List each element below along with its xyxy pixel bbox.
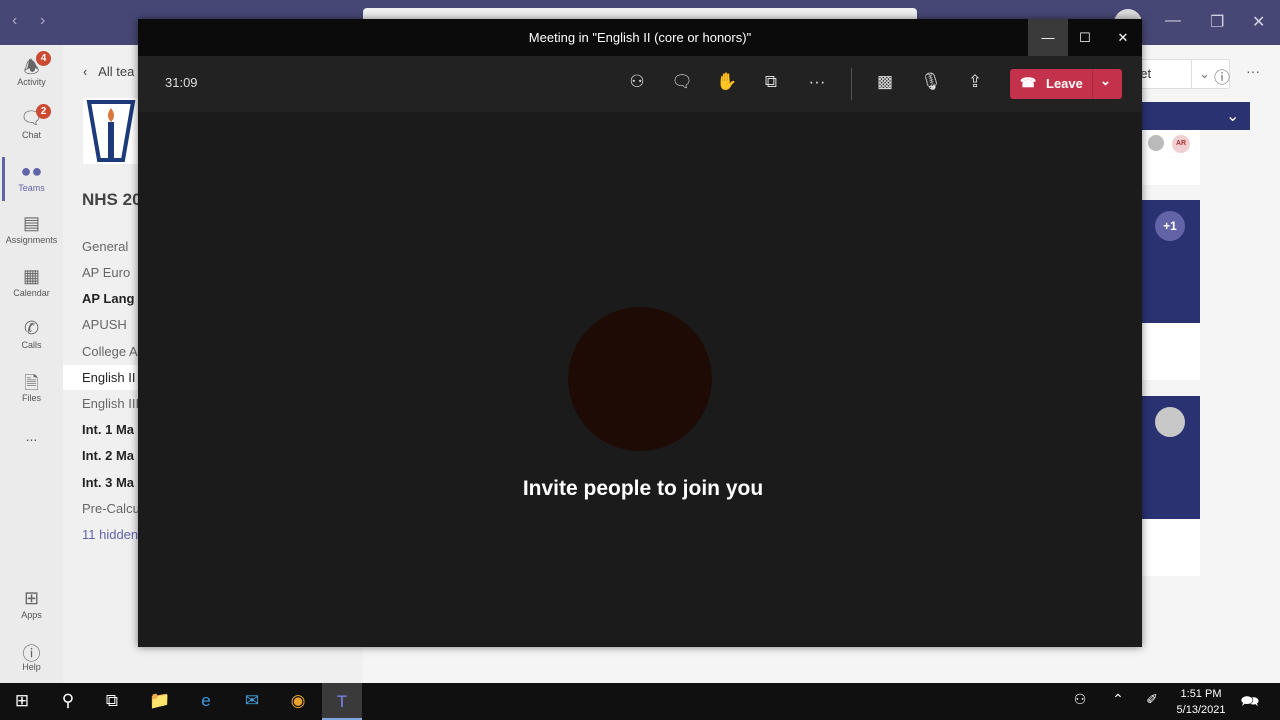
file-icon: 🗎	[24, 373, 39, 393]
minimize-icon[interactable]: —	[1028, 19, 1068, 56]
share-screen-icon[interactable]: ⇪	[963, 72, 987, 92]
pen-icon[interactable]: ✐	[1132, 691, 1172, 708]
maximize-icon[interactable]: ☐	[1070, 19, 1100, 56]
task-view-icon[interactable]: ⧉	[92, 691, 132, 711]
chrome-icon[interactable]: ◉	[278, 691, 318, 711]
initials-avatar: AR	[1172, 135, 1190, 153]
minimize-icon[interactable]: —	[1165, 12, 1181, 30]
more-options-icon[interactable]: ···	[1246, 63, 1260, 79]
forward-arrow-icon[interactable]: ›	[40, 12, 45, 30]
rail-label: Chat	[21, 130, 41, 140]
rail-label: Calendar	[13, 288, 50, 298]
activity-badge: 4	[36, 51, 51, 66]
clock-time: 1:51 PM	[1180, 688, 1222, 700]
all-teams-label: All tea	[98, 64, 135, 79]
bell-icon: 🕭	[23, 57, 40, 77]
leave-button[interactable]: ☎ Leave ⌄	[1010, 69, 1122, 99]
apps-icon: ⊞	[23, 588, 40, 608]
card-header	[1142, 396, 1200, 519]
rail-label: Calls	[21, 340, 42, 350]
participants-icon[interactable]: ⚇	[625, 72, 649, 92]
team-logo	[83, 98, 139, 164]
rail-label: Assignments	[5, 235, 58, 245]
close-icon[interactable]: ✕	[1252, 12, 1265, 32]
rail-label: Files	[21, 393, 41, 403]
raise-hand-icon[interactable]: ✋	[715, 72, 739, 92]
meeting-title-bar: Meeting in "English II (core or honors)"…	[138, 19, 1142, 56]
calendar-icon: ▦	[22, 266, 40, 286]
meeting-toolbar: 31:09 ⚇ 🗨 ✋ ⧉ ··· ▩ 🎙 ⇪ ☎ Leave ⌄	[138, 56, 1142, 112]
back-arrow-icon[interactable]: ‹	[12, 12, 17, 30]
meeting-window: Meeting in "English II (core or honors)"…	[138, 19, 1142, 647]
people-icon[interactable]: ⚇	[1060, 691, 1100, 708]
person-avatar-icon	[1155, 407, 1185, 437]
hang-up-icon: ☎	[1020, 75, 1037, 90]
file-explorer-icon[interactable]: 📁	[140, 691, 180, 711]
backpack-icon: ▤	[22, 213, 40, 233]
rail-activity[interactable]: 🕭 4 Activity	[0, 51, 63, 87]
windows-taskbar: ⊞ ⚲ ⧉ 📁 e ✉ ◉ T ⚇ ⌃ ✐ 1:51 PM 5/13/2021 🗪	[0, 683, 1280, 720]
meeting-title: Meeting in "English II (core or honors)"	[528, 30, 752, 45]
rail-apps[interactable]: ⊞ Apps	[0, 588, 63, 620]
info-icon[interactable]: ⓘ	[1214, 64, 1230, 88]
rail-files[interactable]: 🗎 Files	[0, 371, 63, 403]
phone-icon: ✆	[23, 318, 40, 338]
rail-calendar[interactable]: ▦ Calendar	[0, 266, 63, 298]
participant-avatar	[568, 307, 712, 451]
clock[interactable]: 1:51 PM 5/13/2021	[1170, 686, 1232, 718]
card: AR	[1142, 130, 1200, 185]
help-icon: ⓘ	[22, 644, 41, 664]
app-rail: 🕭 4 Activity 🗨 2 Chat ●● Teams ▤ Assignments ▦…	[0, 45, 63, 683]
chat-badge: 2	[36, 104, 51, 119]
meeting-banner[interactable]: ⌄	[1142, 102, 1250, 130]
invite-prompt: Invite people to join you	[522, 477, 764, 500]
more-actions-icon[interactable]: ···	[805, 72, 829, 92]
search-icon[interactable]: ⚲	[48, 691, 88, 711]
all-teams-link[interactable]: ‹ All tea	[83, 64, 134, 79]
team-name: NHS 20	[82, 190, 142, 209]
more-participants-badge: +1	[1155, 211, 1185, 241]
chevron-down-icon[interactable]: ⌄	[1100, 73, 1111, 89]
breakout-rooms-icon[interactable]: ⧉	[759, 72, 783, 92]
leave-label: Leave	[1046, 76, 1083, 91]
rail-chat[interactable]: 🗨 2 Chat	[0, 104, 63, 140]
windows-start-icon[interactable]: ⊞	[2, 691, 42, 711]
rail-calls[interactable]: ✆ Calls	[0, 318, 63, 350]
meeting-timer: 31:09	[165, 75, 198, 90]
rail-assignments[interactable]: ▤ Assignments	[0, 213, 63, 245]
notifications-icon[interactable]: 🗪	[1230, 691, 1270, 716]
right-content: eet ⌄ ⓘ ··· ⌄ AR +1	[1130, 45, 1280, 683]
card-footer	[1142, 519, 1200, 576]
rail-help[interactable]: ⓘ Help	[0, 640, 63, 672]
card-footer	[1142, 323, 1200, 380]
camera-off-icon[interactable]: ▩	[873, 72, 897, 92]
teams-icon: ●●	[20, 161, 43, 181]
chevron-down-icon: ⌄	[1226, 108, 1240, 125]
mail-icon[interactable]: ✉	[232, 691, 272, 711]
rail-label: Help	[22, 662, 41, 672]
edge-icon[interactable]: e	[186, 691, 226, 711]
more-apps-button[interactable]: ...	[0, 428, 63, 444]
close-icon[interactable]: ✕	[1108, 19, 1138, 56]
chevron-down-icon[interactable]: ⌄	[1199, 60, 1210, 88]
person-avatar-icon	[1148, 135, 1164, 151]
restore-icon[interactable]: ❐	[1210, 12, 1224, 32]
chat-icon[interactable]: 🗨	[670, 72, 694, 92]
chat-icon: 🗨	[20, 108, 43, 128]
teams-taskbar-icon[interactable]: T	[322, 683, 362, 720]
clock-date: 5/13/2021	[1176, 704, 1226, 716]
rail-label: Activity	[17, 77, 46, 87]
rail-label: Teams	[18, 183, 45, 193]
rail-teams[interactable]: ●● Teams	[0, 157, 63, 201]
card-header: +1	[1142, 200, 1200, 323]
rail-label: Apps	[21, 610, 42, 620]
mic-muted-icon[interactable]: 🎙	[919, 72, 943, 92]
